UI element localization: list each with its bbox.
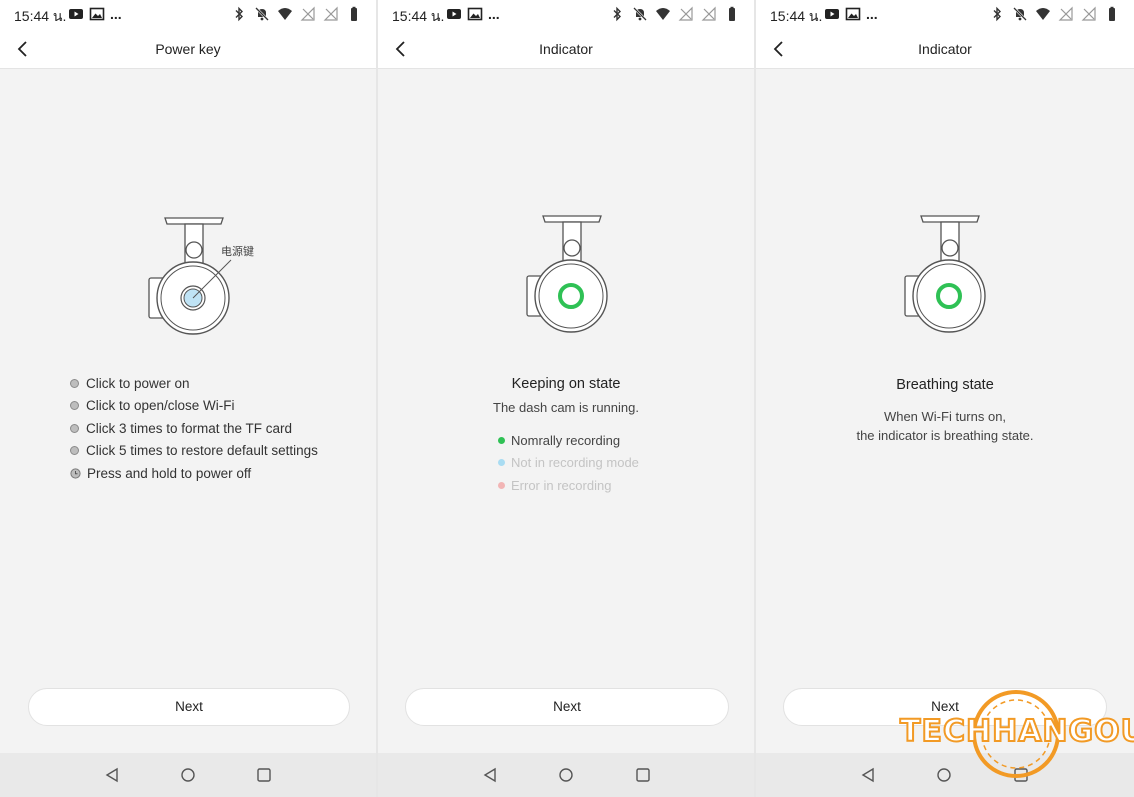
clock-icon <box>70 468 81 479</box>
green-dot-icon <box>498 436 505 444</box>
state-title: Keeping on state <box>511 376 621 392</box>
state-description-line-2: the indicator is breathing state. <box>856 428 1034 443</box>
wifi-icon <box>1036 8 1050 20</box>
nav-recents-icon[interactable] <box>635 767 651 783</box>
page-title: Indicator <box>539 41 593 57</box>
signal-off-icon <box>300 6 315 21</box>
nav-home-icon[interactable] <box>180 767 196 783</box>
nav-back-icon[interactable] <box>860 767 876 783</box>
signal-off-icon <box>1081 6 1096 21</box>
next-button[interactable]: Next <box>28 688 350 726</box>
status-time: 15:44 น. <box>14 8 67 24</box>
list-item: Click 5 times to restore default setting… <box>70 440 318 463</box>
status-bar: 15:44 น. ... <box>756 0 1134 30</box>
indicator-legend: Nomrally recording Not in recording mode… <box>498 429 639 497</box>
list-item: Click to open/close Wi-Fi <box>70 395 318 418</box>
nav-back-icon[interactable] <box>482 767 498 783</box>
red-dot-icon <box>498 481 505 489</box>
signal-off-icon <box>701 6 716 21</box>
youtube-icon <box>447 9 461 19</box>
bullet-icon <box>70 446 79 456</box>
list-item: Click to power on <box>70 372 318 395</box>
bullet-icon <box>70 378 79 388</box>
app-bar: Power key <box>0 30 376 69</box>
status-overflow: ... <box>110 6 122 22</box>
legend-item-not-recording: Not in recording mode <box>498 452 639 475</box>
system-nav-bar <box>0 753 376 797</box>
status-time: 15:44 น. <box>392 8 445 24</box>
screen-indicator-keeping-on: 15:44 น. ... Indicator Keeping on state … <box>378 0 754 797</box>
signal-off-icon <box>678 6 693 21</box>
dash-cam-illustration <box>904 215 986 333</box>
bullet-icon <box>70 401 79 411</box>
nav-recents-icon[interactable] <box>256 767 272 783</box>
watermark: TECHHANGOUT <box>896 686 1134 782</box>
signal-off-icon <box>1058 6 1073 21</box>
nav-home-icon[interactable] <box>558 767 574 783</box>
youtube-icon <box>825 9 839 19</box>
screen-indicator-breathing: 15:44 น. ... Indicator Breathing state W… <box>756 0 1134 797</box>
gallery-icon <box>845 7 861 21</box>
nav-back-icon[interactable] <box>104 767 120 783</box>
wifi-icon <box>278 8 292 20</box>
state-description: The dash cam is running. <box>493 400 639 415</box>
wifi-icon <box>656 8 670 20</box>
bluetooth-icon <box>993 6 1001 22</box>
power-key-label: 电源键 <box>221 245 254 258</box>
state-description-line-1: When Wi-Fi turns on, <box>883 409 1007 424</box>
status-overflow: ... <box>488 6 500 22</box>
bullet-icon <box>70 423 79 433</box>
legend-item-error: Error in recording <box>498 474 639 497</box>
gallery-icon <box>467 7 483 21</box>
battery-icon <box>1109 6 1115 21</box>
battery-icon <box>729 6 735 21</box>
system-nav-bar <box>378 753 754 797</box>
youtube-icon <box>69 9 83 19</box>
battery-icon <box>351 6 357 21</box>
status-time: 15:44 น. <box>770 8 823 24</box>
power-key-actions: Click to power on Click to open/close Wi… <box>70 372 318 485</box>
legend-item-recording: Nomrally recording <box>498 429 639 452</box>
state-title: Breathing state <box>896 377 994 393</box>
app-bar: Indicator <box>378 30 754 69</box>
status-overflow: ... <box>866 6 878 22</box>
list-item: Press and hold to power off <box>70 462 318 485</box>
page-title: Power key <box>155 41 221 57</box>
blue-dot-icon <box>498 459 505 467</box>
watermark-text: TECHHANGOUT <box>899 713 1134 750</box>
screen-power-key: 15:44 น. ... Power key 电源键 Click to powe… <box>0 0 376 797</box>
next-button[interactable]: Next <box>405 688 729 726</box>
status-bar: 15:44 น. ... <box>0 0 376 30</box>
list-item: Click 3 times to format the TF card <box>70 417 318 440</box>
mute-bell-icon <box>1013 7 1027 21</box>
app-bar: Indicator <box>756 30 1134 69</box>
gallery-icon <box>89 7 105 21</box>
page-title: Indicator <box>918 41 972 57</box>
dash-cam-illustration <box>148 217 232 335</box>
dash-cam-illustration <box>526 215 608 333</box>
signal-off-icon <box>323 6 338 21</box>
status-bar: 15:44 น. ... <box>378 0 754 30</box>
bluetooth-icon <box>235 6 243 22</box>
mute-bell-icon <box>255 7 269 21</box>
mute-bell-icon <box>633 7 647 21</box>
bluetooth-icon <box>613 6 621 22</box>
